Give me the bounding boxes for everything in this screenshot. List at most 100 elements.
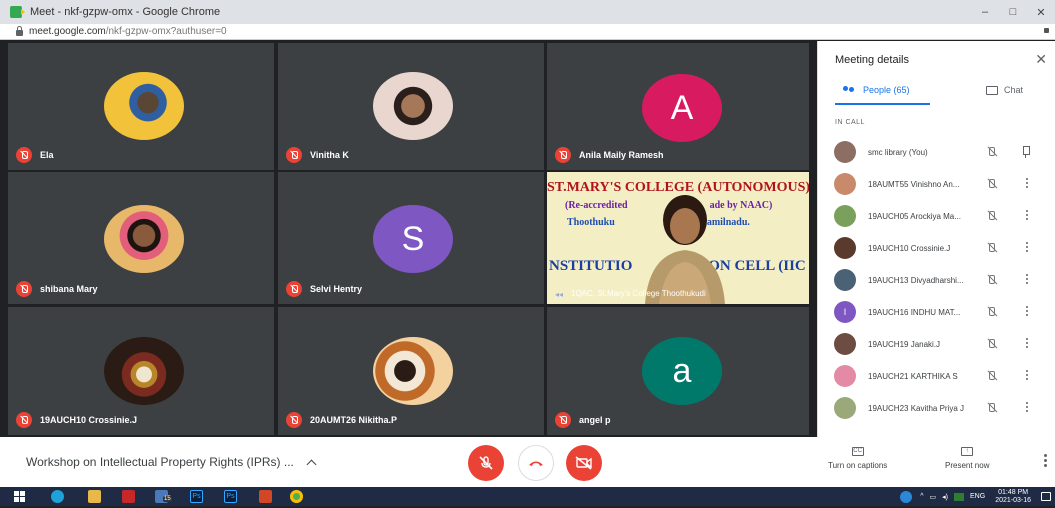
volume-icon[interactable]: ◂) [942, 493, 948, 501]
list-item[interactable]: smc library (You) [818, 136, 1055, 168]
participant-name: 20AUMT26 Nikitha.P [310, 415, 398, 425]
mic-off-icon [479, 456, 493, 470]
more-options-icon[interactable] [1026, 274, 1029, 286]
avatar: I [834, 301, 856, 323]
mic-off-icon [286, 147, 302, 163]
participant-name: 19AUCH19 Janaki.J [868, 339, 941, 349]
participant-tile[interactable]: shibana Mary [8, 172, 274, 304]
close-panel-button[interactable]: ✕ [1035, 51, 1047, 68]
avatar [834, 237, 856, 259]
more-options-icon[interactable] [1026, 306, 1029, 318]
mic-off-icon [16, 281, 32, 297]
present-label: Present now [945, 461, 990, 470]
url-text[interactable]: meet.google.com/nkf-gzpw-omx?authuser=0 [29, 26, 227, 37]
presenter-video [645, 195, 725, 304]
tab-chat[interactable]: Chat [986, 85, 1023, 95]
language-indicator[interactable]: ENG [970, 493, 985, 500]
system-tray: ^ ▭ ◂) ENG 01:48 PM 2021-03-16 [900, 487, 1051, 506]
mic-off-icon [16, 412, 32, 428]
powerpoint-icon[interactable] [259, 490, 272, 503]
mic-off-icon [986, 178, 998, 190]
participant-tile[interactable]: S Selvi Hentry [278, 172, 544, 304]
tile-name: Anila Maily Ramesh [555, 147, 664, 163]
chevron-up-icon[interactable] [306, 459, 317, 469]
avatar [834, 173, 856, 195]
captions-icon: CC [851, 447, 864, 456]
participant-tile[interactable]: a angel p [547, 307, 809, 435]
list-item[interactable]: 19AUCH10 Crossinie.J [818, 232, 1055, 264]
more-options-icon[interactable] [1026, 338, 1029, 350]
list-item[interactable]: 19AUCH21 KARTHIKA S [818, 360, 1055, 392]
participant-tile[interactable]: Ela [8, 43, 274, 170]
clock-time: 01:48 PM [998, 488, 1029, 496]
captions-button[interactable]: CC Turn on captions [828, 447, 887, 470]
more-options-icon[interactable] [1026, 402, 1029, 414]
meet-favicon-icon [10, 6, 25, 18]
participant-tile[interactable]: A Anila Maily Ramesh [547, 43, 809, 170]
participant-name: Vinitha K [310, 150, 349, 160]
camera-toggle-button[interactable] [566, 445, 602, 481]
meet-tray-icon[interactable] [954, 492, 965, 501]
window-controls: – □ ✕ [971, 0, 1055, 24]
avatar: S [373, 205, 453, 273]
url-host: meet.google.com [29, 26, 106, 37]
list-item[interactable]: I 19AUCH16 INDHU MAT... [818, 296, 1055, 328]
more-options-icon[interactable] [1026, 178, 1029, 190]
more-options-icon[interactable] [1044, 454, 1047, 469]
show-hidden-icons[interactable]: ^ [920, 493, 923, 500]
minimize-button[interactable]: – [971, 0, 999, 24]
avatar: a [642, 337, 722, 405]
mic-off-icon [555, 147, 571, 163]
hang-up-icon [529, 461, 543, 466]
participant-name: 19AUCH23 Kavitha Priya J [868, 403, 965, 413]
participant-tile[interactable]: 19AUCH10 Crossinie.J [8, 307, 274, 435]
participant-tile[interactable]: 20AUMT26 Nikitha.P [278, 307, 544, 435]
network-icon[interactable]: ▭ [930, 493, 937, 501]
windows-start-icon[interactable] [14, 490, 27, 503]
file-explorer-icon[interactable] [88, 490, 101, 503]
avatar [104, 337, 184, 405]
maximize-button[interactable]: □ [999, 0, 1027, 24]
meeting-title[interactable]: Workshop on Intellectual Property Rights… [26, 455, 317, 469]
more-options-icon[interactable] [1026, 242, 1029, 254]
clock[interactable]: 01:48 PM 2021-03-16 [995, 489, 1031, 505]
close-window-button[interactable]: ✕ [1027, 0, 1055, 24]
slide-text-c: Thoothuku [567, 217, 615, 228]
tile-name: Selvi Hentry [286, 281, 362, 297]
app-icon[interactable]: 15 [155, 490, 172, 503]
netflix-icon[interactable] [122, 490, 135, 503]
lock-icon [16, 26, 23, 36]
edge-browser-icon[interactable] [51, 490, 64, 503]
address-bar[interactable]: meet.google.com/nkf-gzpw-omx?authuser=0 [0, 24, 1055, 40]
more-options-icon[interactable] [1026, 370, 1029, 382]
photoshop-icon[interactable]: Ps [190, 490, 203, 503]
tile-name: 19AUCH10 Crossinie.J [16, 412, 137, 428]
leave-call-button[interactable] [518, 445, 554, 481]
mic-off-icon [986, 338, 998, 350]
microphone-toggle-button[interactable] [468, 445, 504, 481]
photoshop-icon-2[interactable]: Ps [224, 490, 237, 503]
more-options-icon[interactable] [1026, 210, 1029, 222]
mic-off-icon [16, 147, 32, 163]
list-item[interactable]: 19AUCH19 Janaki.J [818, 328, 1055, 360]
list-item[interactable]: 19AUCH05 Arockiya Ma... [818, 200, 1055, 232]
participant-list: smc library (You) 18AUMT55 Vinishno An..… [818, 136, 1055, 424]
chrome-icon[interactable] [290, 490, 303, 503]
avatar [834, 269, 856, 291]
extension-icon[interactable] [1044, 28, 1049, 33]
mic-off-icon [986, 306, 998, 318]
user-icon[interactable] [900, 490, 913, 503]
camera-off-icon [575, 456, 592, 470]
notifications-icon[interactable] [1041, 492, 1051, 501]
list-item[interactable]: 19AUCH13 Divyadharshi... [818, 264, 1055, 296]
presentation-tile[interactable]: ST.MARY'S COLLEGE (AUTONOMOUS) (Re-accre… [547, 172, 809, 304]
pin-icon[interactable] [1021, 146, 1031, 158]
mic-off-icon [986, 370, 998, 382]
list-item[interactable]: 18AUMT55 Vinishno An... [818, 168, 1055, 200]
present-now-button[interactable]: ↑ Present now [945, 447, 989, 470]
tab-people[interactable]: People (65) [843, 85, 910, 95]
active-tab-indicator [835, 103, 930, 105]
participant-tile[interactable]: Vinitha K [278, 43, 544, 170]
clock-date: 2021-03-16 [995, 496, 1031, 504]
list-item[interactable]: 19AUCH23 Kavitha Priya J [818, 392, 1055, 424]
